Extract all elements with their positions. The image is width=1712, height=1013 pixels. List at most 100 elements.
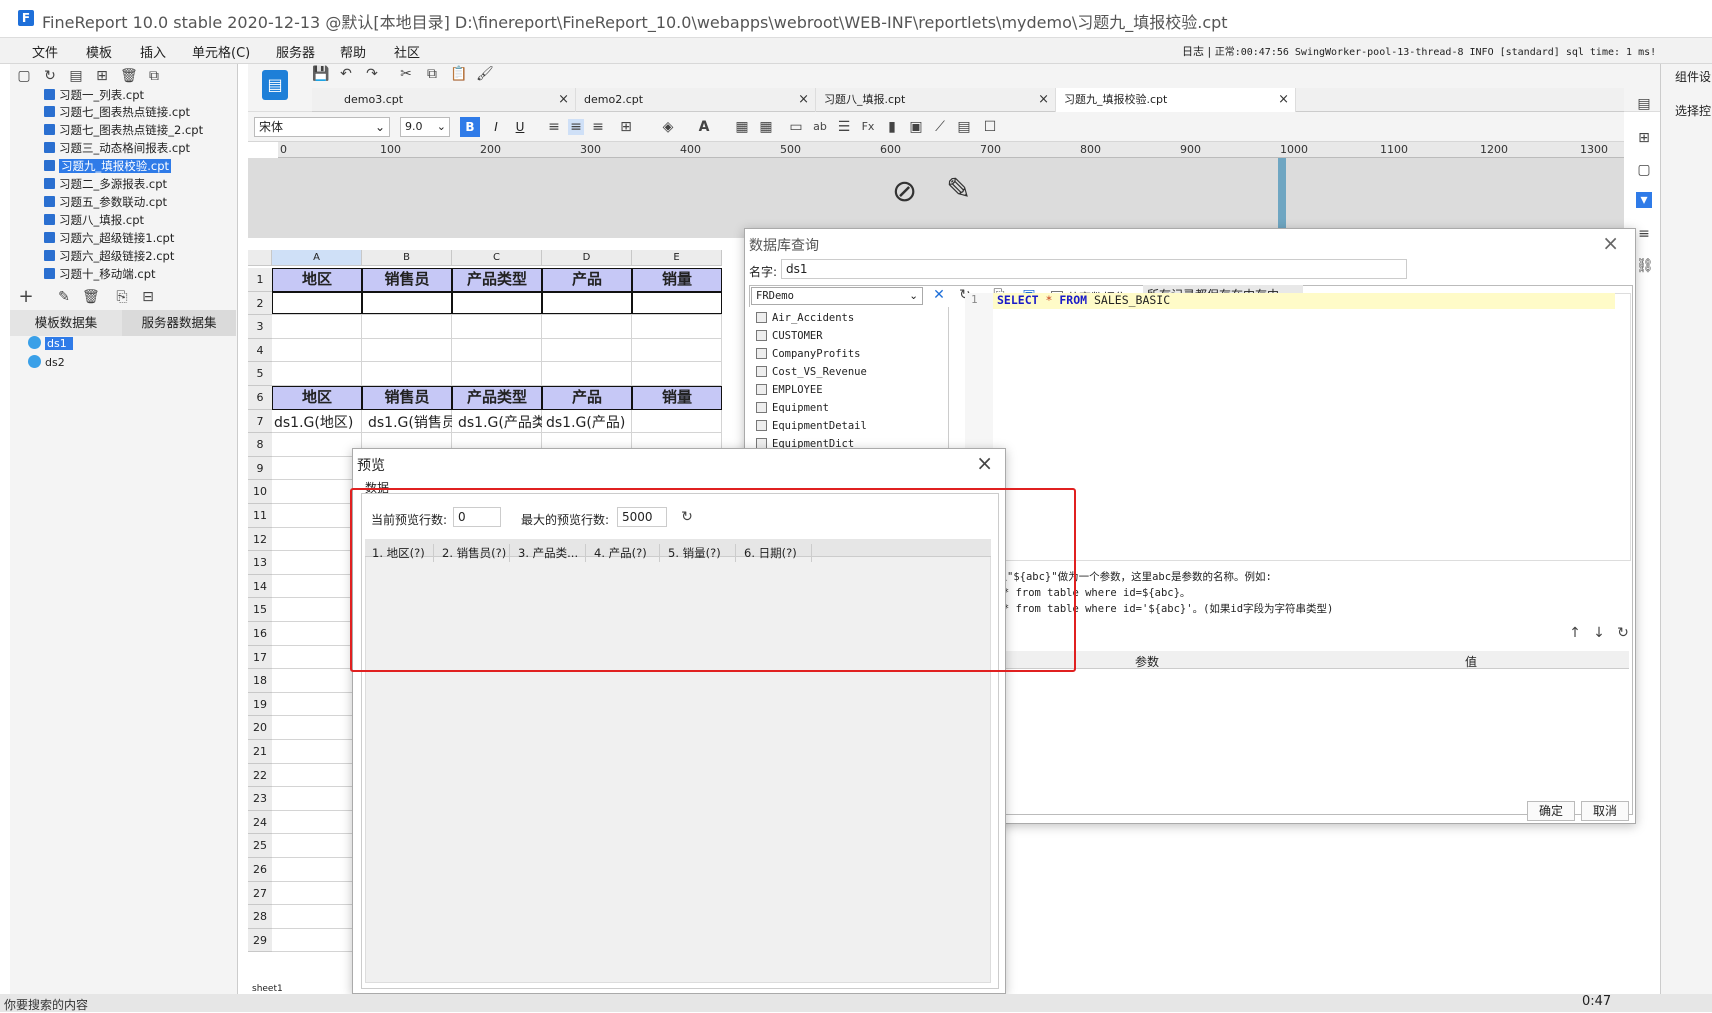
grid-cell[interactable] (272, 362, 362, 386)
open-icon[interactable]: ▤ (68, 68, 84, 84)
grid-cell[interactable] (272, 598, 362, 622)
refresh-icon[interactable]: ↻ (42, 68, 58, 84)
grid-cell[interactable] (452, 315, 542, 339)
row-header[interactable]: 24 (248, 810, 272, 835)
dataset-settings-icon[interactable]: ⊟ (140, 289, 156, 305)
row-header[interactable]: 2 (248, 291, 272, 316)
cell-b1[interactable]: 销售员 (362, 268, 452, 292)
row-header[interactable]: 4 (248, 338, 272, 363)
grid-cell[interactable] (632, 362, 722, 386)
tree-item[interactable]: 习题七_图表热点链接.cpt (44, 104, 190, 122)
select-control-label[interactable]: 选择控 (1675, 102, 1711, 119)
grid-cell[interactable] (272, 433, 362, 457)
chart-icon[interactable]: ▮ (884, 119, 900, 135)
dataset-ds2[interactable]: ds2 (16, 355, 65, 369)
tree-item[interactable]: 习题一_列表.cpt (44, 87, 144, 105)
grid-cell[interactable] (272, 763, 362, 788)
cancel-button[interactable]: 取消 (1581, 801, 1629, 821)
close-icon[interactable]: × (1278, 88, 1289, 112)
row-header[interactable]: 5 (248, 362, 272, 386)
row-header[interactable]: 28 (248, 905, 272, 929)
row-header[interactable]: 7 (248, 409, 272, 434)
grid-cell[interactable] (272, 504, 362, 528)
tree-item[interactable]: 习题五_参数联动.cpt (44, 194, 167, 212)
close-icon[interactable]: × (976, 451, 993, 475)
ok-button[interactable]: 确定 (1527, 801, 1575, 821)
row-header[interactable]: 16 (248, 622, 272, 646)
copy-icon[interactable]: ⧉ (146, 68, 162, 84)
preview-dataset-icon[interactable]: ⎘ (114, 289, 130, 305)
tree-item[interactable]: 习题六_超级链接1.cpt (44, 230, 174, 248)
grid-cell[interactable] (542, 315, 632, 339)
image-icon[interactable]: ▣ (908, 119, 924, 135)
tree-item[interactable]: 习题七_图表热点链接_2.cpt (44, 122, 203, 140)
insert-widget-icon[interactable]: ▭ (788, 119, 804, 135)
grid-cell[interactable] (452, 362, 542, 386)
font-select[interactable]: 宋体 ⌄ (254, 117, 390, 137)
row-header[interactable]: 19 (248, 692, 272, 717)
unmerge-icon[interactable]: ▦ (758, 119, 774, 135)
grid-cell[interactable] (272, 740, 362, 764)
col-header-e[interactable]: E (632, 250, 722, 266)
delete-icon[interactable]: 🗑 (120, 68, 138, 84)
row-header[interactable]: 9 (248, 456, 272, 481)
grid-cell[interactable] (272, 456, 362, 481)
close-icon[interactable]: × (1038, 88, 1049, 112)
grid-cell[interactable] (362, 338, 452, 363)
cell-b2[interactable] (362, 292, 452, 314)
copy-icon[interactable]: ⧉ (424, 66, 440, 82)
grid-cell[interactable] (272, 527, 362, 552)
pencil-icon[interactable]: ✎ (946, 172, 971, 207)
menu-insert[interactable]: 插入 (140, 42, 166, 61)
grid-cell[interactable] (272, 881, 362, 906)
table-item[interactable]: Air_Accidents (756, 312, 854, 324)
delete-dataset-icon[interactable]: 🗑 (82, 289, 100, 305)
font-color-icon[interactable]: A (696, 119, 712, 135)
link-icon[interactable]: ⛓ (1636, 258, 1654, 274)
row-header[interactable]: 25 (248, 834, 272, 858)
col-header-c[interactable]: C (452, 250, 542, 266)
table-item[interactable]: CUSTOMER (756, 330, 823, 342)
bold-button[interactable]: B (460, 117, 480, 137)
cell-c6[interactable]: 产品类型 (452, 386, 542, 410)
tab-exercise9[interactable]: 习题九_填报校验.cpt × (1056, 88, 1296, 112)
menu-community[interactable]: 社区 (394, 42, 420, 61)
frame-icon[interactable]: ☐ (982, 119, 998, 135)
row-header[interactable]: 1 (248, 268, 272, 292)
control-icon[interactable]: ▾ (1636, 192, 1652, 208)
grid-cell[interactable] (632, 338, 722, 363)
rich-text-icon[interactable]: ☰ (836, 119, 852, 135)
refresh-params-icon[interactable]: ↻ (1615, 625, 1631, 641)
formula-icon[interactable]: Fx (860, 119, 876, 135)
row-header[interactable]: 11 (248, 504, 272, 528)
tab-demo3[interactable]: demo3.cpt × (336, 88, 576, 112)
edit-icon[interactable]: ✎ (56, 289, 72, 305)
dataset-name-input[interactable]: ds1 (781, 259, 1407, 279)
tree-item[interactable]: 习题三_动态格间报表.cpt (44, 140, 190, 158)
grid-cell[interactable] (272, 928, 362, 953)
format-painter-icon[interactable]: 🖌 (476, 66, 494, 82)
col-header-a[interactable]: A (272, 250, 362, 266)
arrow-up-icon[interactable]: ↑ (1567, 625, 1583, 641)
condition-icon[interactable]: ≡ (1636, 226, 1652, 242)
corner-cell[interactable] (248, 250, 272, 266)
tree-item[interactable]: 习题十_移动端.cpt (44, 266, 156, 284)
menu-template[interactable]: 模板 (86, 42, 112, 61)
row-header[interactable]: 18 (248, 669, 272, 693)
close-icon[interactable]: × (558, 88, 569, 112)
connection-select[interactable]: FRDemo ⌄ (751, 287, 923, 305)
grid-cell[interactable] (272, 551, 362, 575)
cell-e6[interactable]: 销量 (632, 386, 722, 410)
undo-icon[interactable]: ↶ (338, 66, 354, 82)
cell-b7[interactable]: ds1.G(销售员) (368, 412, 452, 434)
cut-icon[interactable]: ✂ (398, 66, 414, 82)
col-header-b[interactable]: B (362, 250, 452, 266)
sql-editor[interactable]: SELECT * FROM SALES_BASIC (997, 293, 1170, 307)
grid-cell[interactable] (272, 858, 362, 882)
cell-attr-icon[interactable]: ▤ (1636, 96, 1652, 112)
align-center-icon[interactable]: ≡ (568, 119, 584, 135)
grid-cell[interactable] (272, 338, 362, 363)
tree-item[interactable]: 习题八_填报.cpt (44, 212, 144, 230)
grid-cell[interactable] (272, 834, 362, 858)
row-header[interactable]: 20 (248, 716, 272, 740)
